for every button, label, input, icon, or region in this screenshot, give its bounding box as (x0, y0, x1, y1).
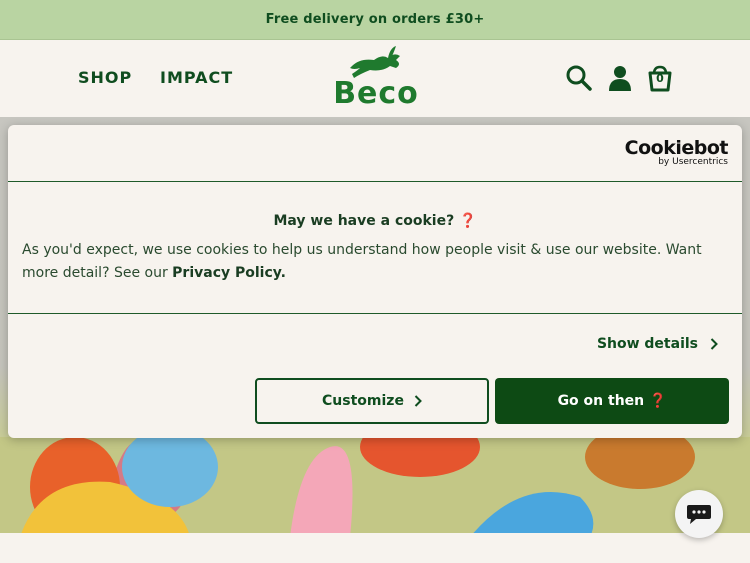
announcement-bar: Free delivery on orders £30+ (0, 0, 750, 40)
accept-label: Go on then ❓ (557, 393, 667, 409)
site-header: SHOP IMPACT Beco 0 (0, 40, 750, 117)
search-icon[interactable] (565, 64, 593, 92)
announcement-text: Free delivery on orders £30+ (265, 12, 485, 27)
logo-wordmark: Beco (333, 76, 419, 111)
customize-label: Customize (322, 393, 404, 409)
nav-impact-link[interactable]: IMPACT (160, 68, 233, 87)
chat-icon (687, 505, 711, 524)
chevron-right-icon (710, 338, 718, 350)
cookie-consent-dialog: Cookiebot by Usercentrics May we have a … (8, 125, 742, 438)
customize-button[interactable]: Customize (255, 378, 489, 424)
chevron-right-icon (414, 395, 422, 407)
show-details-link[interactable]: Show details (597, 336, 718, 352)
dialog-title: May we have a cookie? ❓ (273, 213, 477, 229)
account-icon[interactable] (606, 64, 634, 92)
page-bottom-strip (0, 533, 750, 563)
dog-logo-icon (350, 46, 400, 78)
privacy-policy-link[interactable]: Privacy Policy. (172, 265, 286, 281)
cookiebot-brand: Cookiebot (624, 137, 729, 159)
dialog-divider-bottom (8, 313, 742, 314)
basket-count: 0 (656, 72, 664, 85)
cookiebot-logo: Cookiebot by Usercentrics (624, 137, 729, 167)
show-details-label: Show details (596, 336, 698, 352)
dialog-body: As you'd expect, we use cookies to help … (22, 239, 722, 285)
accept-cookies-button[interactable]: Go on then ❓ (495, 378, 729, 424)
basket-icon[interactable]: 0 (648, 64, 676, 92)
nav-shop-link[interactable]: SHOP (78, 68, 132, 87)
beco-logo[interactable]: Beco (330, 44, 422, 112)
dialog-body-text: As you'd expect, we use cookies to help … (22, 242, 702, 281)
dialog-divider-top (8, 181, 742, 182)
chat-widget-button[interactable] (675, 490, 723, 538)
